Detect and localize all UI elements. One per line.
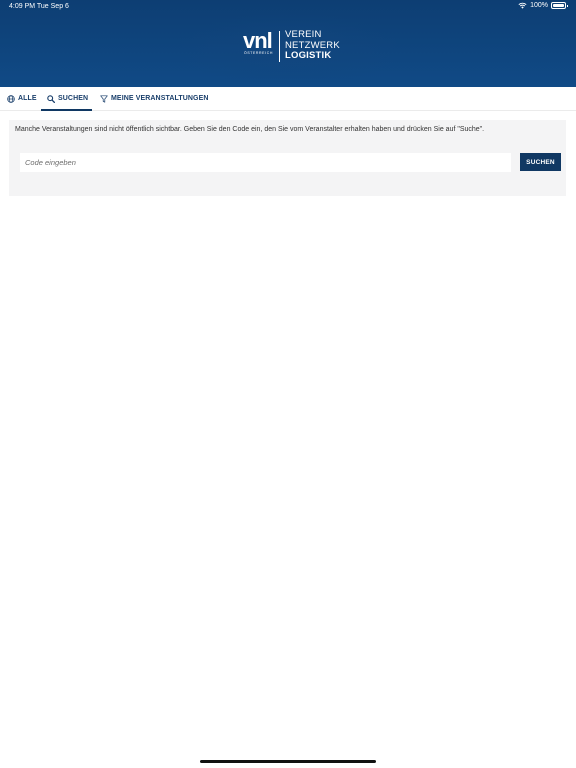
- tab-my-events-label: MEINE VERANSTALTUNGEN: [111, 95, 209, 102]
- search-info-text: Manche Veranstaltungen sind nicht öffent…: [15, 126, 485, 133]
- logo-mark-text: vnl: [243, 28, 273, 53]
- tab-bar: ALLE SUCHEN MEINE VERANSTALTUNGEN: [0, 87, 576, 111]
- filter-icon: [100, 94, 108, 103]
- status-time: 4:09 PM Tue Sep 6: [9, 3, 69, 10]
- logo-divider: [279, 31, 280, 62]
- tab-my-events[interactable]: MEINE VERANSTALTUNGEN: [100, 87, 209, 110]
- logo-line-3: LOGISTIK: [285, 50, 332, 61]
- tab-all[interactable]: ALLE: [7, 87, 37, 110]
- battery-icon: [551, 2, 568, 9]
- vnl-logo: vnl ÖSTERREICH VEREIN NETZWERK LOGISTIK: [243, 29, 340, 64]
- logo-mark-subtitle: ÖSTERREICH: [244, 51, 273, 55]
- logo-wordmark: VEREIN NETZWERK LOGISTIK: [285, 29, 340, 62]
- app-header: 4:09 PM Tue Sep 6 100% vnl ÖSTERREICH VE…: [0, 0, 576, 87]
- code-input[interactable]: [20, 153, 511, 172]
- app-screen: 4:09 PM Tue Sep 6 100% vnl ÖSTERREICH VE…: [0, 0, 576, 768]
- search-icon: [47, 94, 55, 103]
- logo-mark: vnl ÖSTERREICH: [243, 30, 276, 64]
- search-panel: Manche Veranstaltungen sind nicht öffent…: [9, 120, 566, 196]
- wifi-icon: [518, 2, 527, 9]
- tab-search-label: SUCHEN: [58, 95, 89, 102]
- status-indicators: 100%: [518, 2, 568, 9]
- globe-icon: [7, 94, 15, 103]
- search-button[interactable]: SUCHEN: [520, 153, 561, 171]
- tab-all-label: ALLE: [18, 95, 37, 102]
- home-indicator[interactable]: [200, 760, 376, 763]
- battery-percent: 100%: [530, 2, 548, 9]
- status-bar: 4:09 PM Tue Sep 6 100%: [0, 0, 576, 14]
- logo-line-1: VEREIN: [285, 29, 322, 40]
- tab-search[interactable]: SUCHEN: [41, 87, 92, 111]
